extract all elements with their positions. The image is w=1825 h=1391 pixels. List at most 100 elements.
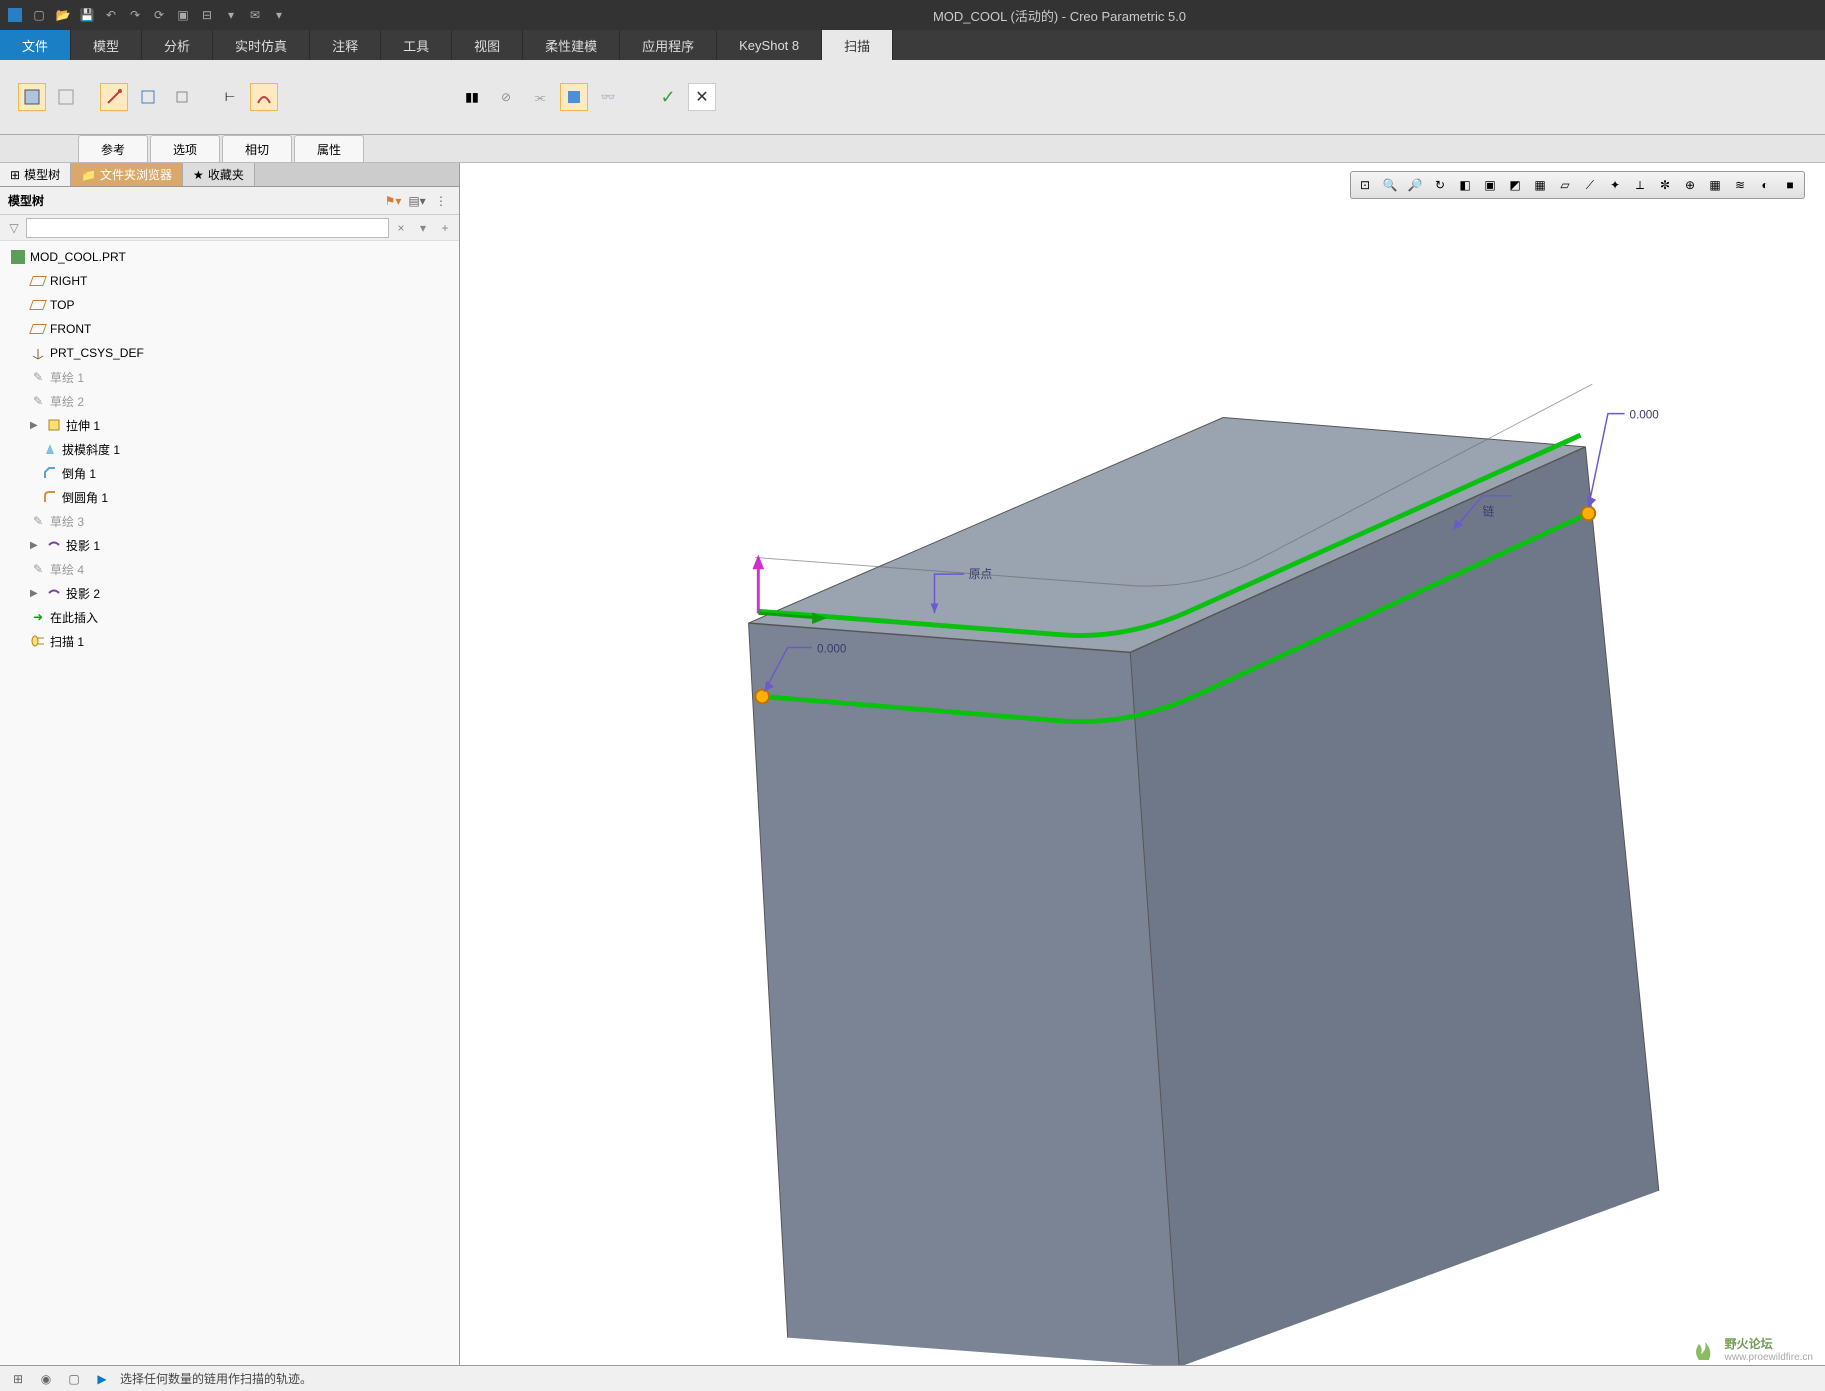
surface-sweep-button[interactable] <box>52 83 80 111</box>
expand-icon[interactable]: ▶ <box>30 420 42 431</box>
3d-viewport[interactable]: ⊡ 🔍 🔎 ↻ ◧ ▣ ◩ ▦ ▱ ⟋ ✦ ⟂ ✼ ⊕ ▦ ≋ ◐ ■ <box>460 163 1825 1365</box>
watermark-sub: www.proewildfire.cn <box>1725 1352 1813 1363</box>
tree-header: 模型树 ⚑▾ ▤▾ ⋮ <box>0 187 459 215</box>
sketch-button[interactable] <box>100 83 128 111</box>
open-icon[interactable]: 📂 <box>52 4 74 26</box>
datum-axis-icon[interactable]: ⟋ <box>1578 174 1602 196</box>
verify-button[interactable]: 👓 <box>594 83 622 111</box>
quick-access-toolbar: ▢ 📂 💾 ↶ ↷ ⟳ ▣ ⊟ ▾ ✉ ▾ <box>0 4 294 26</box>
zoom-out-icon[interactable]: 🔎 <box>1403 174 1427 196</box>
zoom-in-icon[interactable]: 🔍 <box>1378 174 1402 196</box>
tree-round[interactable]: 倒圆角 1 <box>0 485 459 509</box>
saved-view-icon[interactable]: ▣ <box>1478 174 1502 196</box>
thin-button[interactable] <box>168 83 196 111</box>
app-icon[interactable] <box>4 4 26 26</box>
menu-keyshot[interactable]: KeyShot 8 <box>717 30 822 60</box>
menu-annotate[interactable]: 注释 <box>310 30 381 60</box>
statusbar: ⊞ ◉ ▢ ▶ 选择任何数量的链用作扫描的轨迹。 <box>0 1365 1825 1391</box>
tab-attributes[interactable]: 属性 <box>294 135 364 162</box>
tree-expand-icon[interactable]: ⋮ <box>431 191 451 211</box>
repaint-icon[interactable]: ↻ <box>1428 174 1452 196</box>
filter-icon[interactable]: ▽ <box>4 218 24 238</box>
regen-icon[interactable]: ⟳ <box>148 4 170 26</box>
tab-model-tree[interactable]: ⊞模型树 <box>0 163 71 186</box>
layers-icon[interactable]: ≋ <box>1728 174 1752 196</box>
menu-tools[interactable]: 工具 <box>381 30 452 60</box>
status-tree-icon[interactable]: ⊞ <box>8 1370 28 1388</box>
menu-analysis[interactable]: 分析 <box>142 30 213 60</box>
preview-button[interactable] <box>560 83 588 111</box>
remove-material-button[interactable] <box>134 83 162 111</box>
tab-reference[interactable]: 参考 <box>78 135 148 162</box>
tree-project-1[interactable]: ▶投影 1 <box>0 533 459 557</box>
menu-app[interactable]: 应用程序 <box>620 30 717 60</box>
section-var-button[interactable] <box>250 83 278 111</box>
ok-button[interactable]: ✓ <box>654 83 682 111</box>
expand-icon[interactable]: ▶ <box>30 588 42 599</box>
filter-clear-icon[interactable]: × <box>391 218 411 238</box>
status-info-icon[interactable]: ◉ <box>36 1370 56 1388</box>
datum-plane-icon[interactable]: ▱ <box>1553 174 1577 196</box>
window-icon[interactable]: ▣ <box>172 4 194 26</box>
pause-button[interactable]: ▮▮ <box>458 83 486 111</box>
filter-add-icon[interactable]: + <box>435 218 455 238</box>
shading-icon[interactable]: ◧ <box>1453 174 1477 196</box>
tree-settings-icon[interactable]: ⚑▾ <box>383 191 403 211</box>
tree-sketch-3[interactable]: ✎草绘 3 <box>0 509 459 533</box>
filter-input[interactable] <box>26 218 389 238</box>
datum-point-icon[interactable]: ✦ <box>1603 174 1627 196</box>
tree-plane-front[interactable]: FRONT <box>0 317 459 341</box>
menu-sweep[interactable]: 扫描 <box>822 30 893 60</box>
tree-sketch-2[interactable]: ✎草绘 2 <box>0 389 459 413</box>
undo-icon[interactable]: ↶ <box>100 4 122 26</box>
tree-project-2[interactable]: ▶投影 2 <box>0 581 459 605</box>
no-preview-button[interactable]: ⊘ <box>492 83 520 111</box>
tree-icon: ⊞ <box>10 168 20 182</box>
refit-icon[interactable]: ⊡ <box>1353 174 1377 196</box>
tree-insert-here[interactable]: ➜在此插入 <box>0 605 459 629</box>
solid-sweep-button[interactable] <box>18 83 46 111</box>
expand-icon[interactable]: ▶ <box>30 540 42 551</box>
tree-root[interactable]: MOD_COOL.PRT <box>0 245 459 269</box>
tree-sweep-1[interactable]: 扫描 1 <box>0 629 459 653</box>
spin-center-icon[interactable]: ⊕ <box>1678 174 1702 196</box>
tab-favorites[interactable]: ★收藏夹 <box>183 163 255 186</box>
status-select-icon[interactable]: ▢ <box>64 1370 84 1388</box>
tab-tangent[interactable]: 相切 <box>222 135 292 162</box>
filter-dropdown-icon[interactable]: ▾ <box>413 218 433 238</box>
mapkeys-icon[interactable]: ◐ <box>1753 174 1777 196</box>
tab-folder-browser[interactable]: 📁文件夹浏览器 <box>71 163 183 186</box>
tree-sketch-4[interactable]: ✎草绘 4 <box>0 557 459 581</box>
perspective-icon[interactable]: ◩ <box>1503 174 1527 196</box>
save-icon[interactable]: 💾 <box>76 4 98 26</box>
cancel-button[interactable]: ✕ <box>688 83 716 111</box>
new-icon[interactable]: ▢ <box>28 4 50 26</box>
named-view-icon[interactable]: ▦ <box>1528 174 1552 196</box>
menu-view[interactable]: 视图 <box>452 30 523 60</box>
close-win-icon[interactable]: ⊟ <box>196 4 218 26</box>
tree-plane-right[interactable]: RIGHT <box>0 269 459 293</box>
menu-flex[interactable]: 柔性建模 <box>523 30 620 60</box>
dropdown-icon[interactable]: ▾ <box>220 4 242 26</box>
mail-icon[interactable]: ✉ <box>244 4 266 26</box>
sketch-icon: ✎ <box>30 513 46 529</box>
menu-file[interactable]: 文件 <box>0 30 71 60</box>
tree-chamfer[interactable]: 倒角 1 <box>0 461 459 485</box>
annotation-icon[interactable]: ✼ <box>1653 174 1677 196</box>
section-const-button[interactable]: ⊢ <box>216 83 244 111</box>
tree-show-icon[interactable]: ▤▾ <box>407 191 427 211</box>
menu-sim[interactable]: 实时仿真 <box>213 30 310 60</box>
datum-csys-icon[interactable]: ⟂ <box>1628 174 1652 196</box>
tab-options[interactable]: 选项 <box>150 135 220 162</box>
tree-csys[interactable]: PRT_CSYS_DEF <box>0 341 459 365</box>
stop-icon[interactable]: ■ <box>1778 174 1802 196</box>
display-style-icon[interactable]: ▦ <box>1703 174 1727 196</box>
tree-sketch-1[interactable]: ✎草绘 1 <box>0 365 459 389</box>
tree-draft[interactable]: 拔模斜度 1 <box>0 437 459 461</box>
menu-model[interactable]: 模型 <box>71 30 142 60</box>
more-icon[interactable]: ▾ <box>268 4 290 26</box>
redo-icon[interactable]: ↷ <box>124 4 146 26</box>
attach-button[interactable]: ⫘ <box>526 83 554 111</box>
tree-plane-top[interactable]: TOP <box>0 293 459 317</box>
tree-extrude-1[interactable]: ▶拉伸 1 <box>0 413 459 437</box>
